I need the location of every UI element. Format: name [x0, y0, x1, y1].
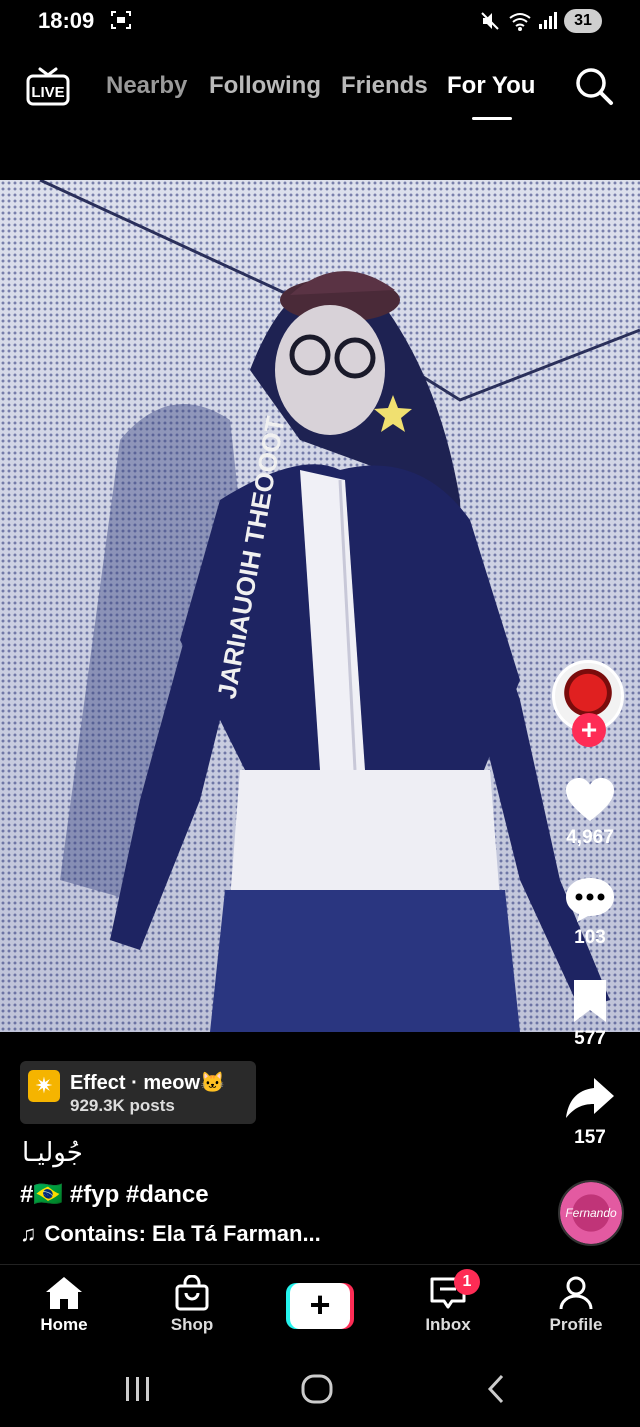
person-icon: [559, 1276, 593, 1310]
wifi-icon: [509, 13, 531, 31]
signal-icon: [539, 12, 557, 29]
caption-title: جُوليـا: [22, 1138, 83, 1168]
tab-following[interactable]: Following: [209, 72, 321, 100]
search-icon: [576, 68, 613, 105]
music-note-icon: ♫: [20, 1221, 37, 1246]
home-system-icon[interactable]: [300, 1373, 334, 1405]
sound-link[interactable]: ♫ Contains: Ela Tá Farman...: [20, 1221, 321, 1247]
bottom-nav: Home Shop + 1 Inbox Profile: [0, 1264, 640, 1348]
share-count: 157: [574, 1127, 606, 1148]
like-count: 4,967: [566, 827, 614, 848]
effect-link[interactable]: ✷ Effect · meow🐱 929.3K posts: [20, 1061, 256, 1124]
live-label: LIVE: [31, 84, 64, 101]
mute-icon: [481, 12, 499, 30]
effect-post-count: 929.3K posts: [70, 1096, 175, 1115]
like-button[interactable]: [562, 775, 618, 825]
comment-icon: [566, 878, 614, 922]
nav-home[interactable]: Home: [14, 1275, 114, 1335]
sound-disc[interactable]: Fernando Aura: [558, 1180, 624, 1246]
shopping-bag-icon: [175, 1275, 209, 1311]
system-nav-bar: [0, 1347, 640, 1427]
tab-for-you[interactable]: For You: [447, 72, 535, 100]
bookmark-button[interactable]: [562, 976, 618, 1026]
tab-friends[interactable]: Friends: [341, 72, 428, 100]
tab-nearby[interactable]: Nearby: [106, 72, 187, 100]
recent-apps-icon[interactable]: [122, 1375, 154, 1403]
status-bar: 18:09 31: [0, 0, 640, 44]
follow-button[interactable]: +: [572, 713, 606, 747]
screen-record-icon: [111, 11, 131, 29]
nav-inbox-label: Inbox: [425, 1315, 471, 1334]
create-button[interactable]: +: [286, 1283, 354, 1329]
live-button[interactable]: LIVE: [26, 66, 70, 106]
sparkle-icon: ✷: [28, 1070, 60, 1102]
effect-name: Effect · meow🐱: [70, 1072, 225, 1094]
live-tv-icon: LIVE: [26, 67, 70, 106]
nav-profile[interactable]: Profile: [526, 1275, 626, 1335]
search-button[interactable]: [574, 66, 614, 106]
caption-hashtags[interactable]: #🇧🇷 #fyp #dance: [20, 1180, 209, 1209]
heart-icon: [566, 778, 614, 821]
nav-shop-label: Shop: [170, 1315, 214, 1334]
status-time: 18:09: [38, 8, 95, 33]
nav-home-label: Home: [40, 1315, 88, 1334]
back-icon[interactable]: [484, 1373, 508, 1405]
battery-indicator: 31: [564, 9, 602, 33]
video-frame: JARIıAUOIH THEOOOT: [39, 180, 640, 1032]
share-arrow-icon: [566, 1078, 614, 1118]
home-icon: [46, 1277, 82, 1309]
nav-inbox[interactable]: 1 Inbox: [398, 1269, 498, 1335]
sound-title: Contains: Ela Tá Farman...: [44, 1221, 321, 1246]
share-button[interactable]: [562, 1074, 618, 1124]
plus-icon: +: [290, 1283, 350, 1329]
video-player[interactable]: JARIıAUOIH THEOOOT: [0, 180, 640, 1032]
bookmark-count: 577: [574, 1028, 606, 1049]
comment-button[interactable]: [562, 874, 618, 924]
nav-shop[interactable]: Shop: [142, 1275, 242, 1335]
nav-profile-label: Profile: [549, 1315, 603, 1334]
inbox-badge: 1: [454, 1269, 480, 1295]
active-tab-indicator: [472, 117, 512, 120]
bookmark-icon: [574, 980, 606, 1022]
comment-count: 103: [574, 927, 606, 948]
